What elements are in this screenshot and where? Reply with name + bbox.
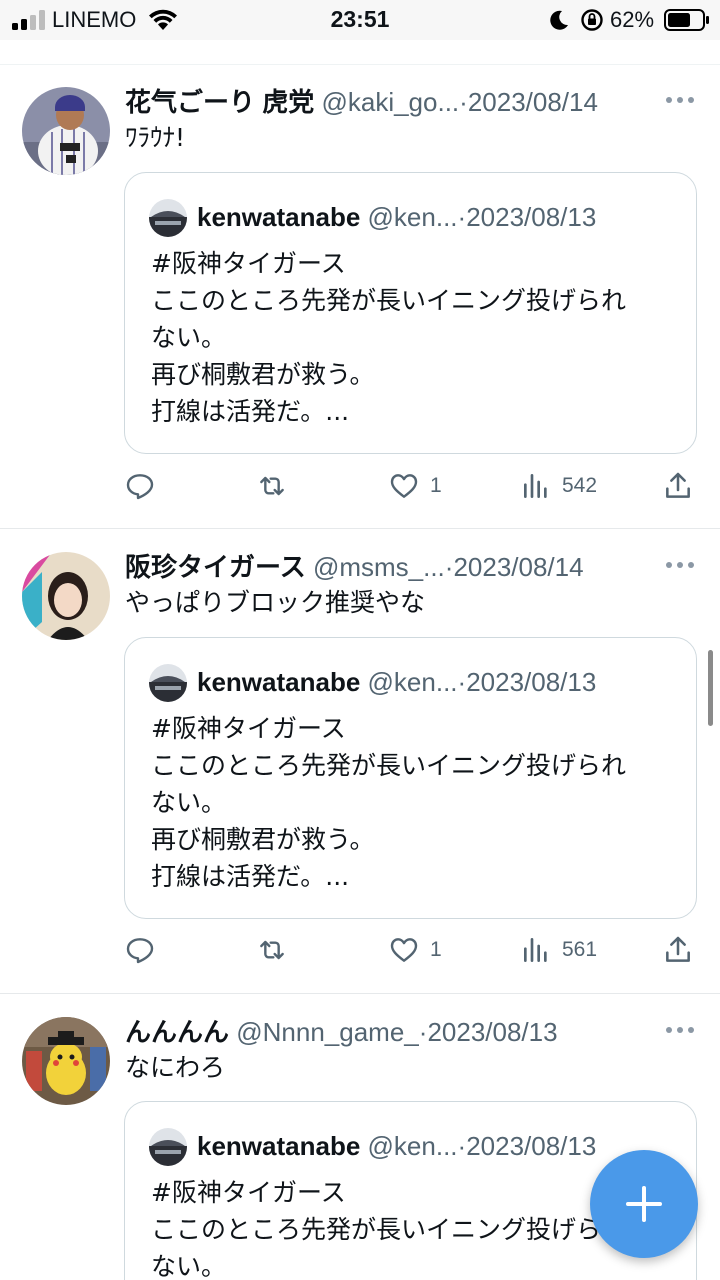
quoted-text-line: ない。 (151, 788, 227, 817)
heart-icon (390, 938, 418, 962)
share-button[interactable] (662, 466, 694, 506)
quoted-display-name: kenwatanabe (197, 202, 361, 232)
tweet-header: 花气ごーり 虎党 @kaki_go...·2023/08/14 (125, 85, 640, 119)
tweet[interactable]: 花气ごーり 虎党 @kaki_go...·2023/08/14 ﾜﾗｳﾅ! ke… (0, 65, 720, 529)
heart-icon (390, 474, 418, 498)
display-name[interactable]: んんんん (125, 1017, 229, 1047)
battery-icon (664, 9, 709, 31)
user-handle[interactable]: @msms_... (313, 552, 445, 582)
views-button[interactable]: 561 (520, 930, 597, 970)
separator: · (459, 87, 468, 117)
retweet-icon (260, 476, 284, 496)
quoted-date: 2023/08/13 (466, 202, 597, 232)
quoted-text-line: #阪神タイガース (151, 249, 346, 278)
quoted-text-line: #阪神タイガース (151, 714, 346, 743)
tweet-actions: 1 561 (0, 930, 720, 970)
tweet-text: なにわろ (125, 1053, 226, 1082)
quoted-date: 2023/08/13 (466, 1131, 597, 1161)
quoted-avatar (149, 1128, 187, 1166)
tweet-date[interactable]: 2023/08/13 (427, 1017, 557, 1047)
reply-button[interactable] (124, 930, 156, 970)
quoted-text-line: ない。 (151, 1252, 227, 1280)
reply-icon (126, 938, 154, 964)
avatar[interactable] (22, 87, 110, 175)
compose-tweet-button[interactable] (590, 1150, 698, 1258)
retweet-icon (260, 940, 284, 960)
reply-button[interactable] (124, 466, 156, 506)
status-bar: LINEMO 23:51 62% (0, 0, 720, 40)
views-chart-icon (524, 474, 547, 498)
user-handle[interactable]: @Nnnn_game_ (236, 1017, 419, 1047)
quoted-handle: @ken... (367, 667, 458, 697)
avatar[interactable] (22, 1017, 110, 1105)
quoted-display-name: kenwatanabe (197, 667, 361, 697)
separator: · (457, 1131, 467, 1161)
quoted-text-line: 打線は活発だ。... (151, 862, 350, 891)
quoted-handle: @ken... (367, 1131, 458, 1161)
do-not-disturb-icon (550, 10, 568, 30)
quoted-avatar (149, 199, 187, 237)
more-options-icon[interactable] (664, 1025, 696, 1035)
plus-icon (626, 1186, 662, 1222)
rotation-lock-icon (581, 9, 603, 31)
tweet[interactable]: 阪珍タイガース @msms_...·2023/08/14 やっぱりブロック推奨や… (0, 530, 720, 994)
separator: · (457, 202, 467, 232)
quoted-handle: @ken... (367, 202, 458, 232)
quoted-date: 2023/08/13 (466, 667, 597, 697)
user-handle[interactable]: @kaki_go... (321, 87, 459, 117)
quoted-text: #阪神タイガース ここのところ先発が長いイニング投げられ ない。 再び桐敷君が救… (151, 245, 676, 430)
views-count: 561 (562, 938, 598, 961)
tweet-header: んんんん @Nnnn_game_·2023/08/13 (125, 1015, 640, 1049)
share-icon (666, 472, 690, 498)
more-options-icon[interactable] (664, 560, 696, 570)
tweet-text: やっぱりブロック推奨やな (125, 588, 426, 617)
share-button[interactable] (662, 930, 694, 970)
display-name[interactable]: 花气ごーり 虎党 (125, 87, 314, 117)
like-button[interactable]: 1 (388, 466, 442, 506)
views-button[interactable]: 542 (520, 466, 597, 506)
quoted-text: #阪神タイガース ここのところ先発が長いイニング投げられ ない。 再び桐敷君が救… (151, 710, 676, 895)
tweet-text: ﾜﾗｳﾅ! (125, 123, 186, 152)
quoted-header: kenwatanabe @ken...·2023/08/13 (197, 664, 656, 700)
quoted-avatar (149, 664, 187, 702)
quoted-tweet[interactable]: kenwatanabe @ken...·2023/08/13 #阪神タイガース … (124, 172, 697, 454)
quoted-text-line: ここのところ先発が長いイニング投げられ (151, 751, 627, 780)
quoted-text-line: 再び桐敷君が救う。 (151, 360, 375, 389)
quoted-text-line: 打線は活発だ。... (151, 397, 350, 426)
tweet-actions: 1 542 (0, 466, 720, 506)
avatar[interactable] (22, 552, 110, 640)
scrollbar[interactable] (708, 650, 713, 726)
reply-icon (126, 474, 154, 500)
quoted-tweet[interactable]: kenwatanabe @ken...·2023/08/13 #阪神タイガース … (124, 637, 697, 919)
tweet-header: 阪珍タイガース @msms_...·2023/08/14 (125, 550, 640, 584)
quoted-text-line: ない。 (151, 323, 227, 352)
like-button[interactable]: 1 (388, 930, 442, 970)
quoted-header: kenwatanabe @ken...·2023/08/13 (197, 1128, 656, 1164)
retweet-button[interactable] (256, 930, 288, 970)
like-count: 1 (430, 474, 442, 497)
like-count: 1 (430, 938, 442, 961)
tweet-date[interactable]: 2023/08/14 (468, 87, 598, 117)
quoted-display-name: kenwatanabe (197, 1131, 361, 1161)
display-name[interactable]: 阪珍タイガース (125, 552, 306, 582)
battery-percent: 62% (610, 7, 655, 32)
views-chart-icon (524, 938, 547, 962)
quoted-text-line: ここのところ先発が長いイニング投げられ (151, 286, 627, 315)
retweet-button[interactable] (256, 466, 288, 506)
separator: · (457, 667, 467, 697)
quoted-header: kenwatanabe @ken...·2023/08/13 (197, 199, 656, 235)
share-icon (666, 936, 690, 962)
tweet-date[interactable]: 2023/08/14 (453, 552, 583, 582)
quoted-text-line: 再び桐敷君が救う。 (151, 825, 375, 854)
more-options-icon[interactable] (664, 95, 696, 105)
views-count: 542 (562, 474, 598, 497)
